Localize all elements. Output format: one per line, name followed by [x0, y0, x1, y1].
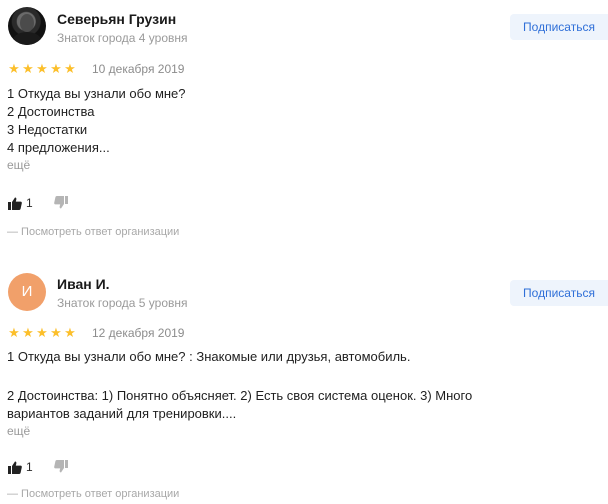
author-level: Знаток города 5 уровня — [57, 296, 188, 310]
like-count: 1 — [26, 196, 33, 210]
rating-stars: ★ ★ ★ ★ ★ — [7, 62, 77, 76]
star-icon: ★ — [50, 61, 62, 76]
avatar-shoulders — [12, 32, 42, 45]
review-text-line: 1 Откуда вы узнали обо мне? — [7, 86, 186, 101]
review-text-line: 3 Недостатки — [7, 122, 88, 137]
review-date: 12 декабря 2019 — [92, 326, 185, 340]
like-button[interactable]: 1 — [8, 196, 33, 210]
more-link[interactable]: ещё — [7, 424, 30, 438]
review-text-line: 2 Достоинства — [7, 104, 95, 119]
author-level: Знаток города 4 уровня — [57, 31, 188, 45]
subscribe-button[interactable]: Подписаться — [510, 14, 608, 40]
star-icon: ★ — [36, 61, 48, 76]
star-icon: ★ — [64, 325, 76, 340]
review-text-line: 1 Откуда вы узнали обо мне? : Знакомые и… — [7, 349, 411, 364]
org-reply-link[interactable]: — Посмотреть ответ организации — [7, 226, 179, 238]
author-name[interactable]: Северьян Грузин — [57, 11, 176, 27]
subscribe-button[interactable]: Подписаться — [510, 280, 608, 306]
review-text-line: 2 Достоинства: 1) Понятно объясняет. 2) … — [7, 388, 473, 403]
thumbs-down-icon — [54, 196, 68, 209]
org-reply-link[interactable]: — Посмотреть ответ организации — [7, 488, 179, 500]
star-icon: ★ — [22, 61, 34, 76]
avatar[interactable]: И — [8, 273, 46, 311]
avatar[interactable] — [8, 7, 46, 45]
thumbs-up-icon — [8, 197, 22, 210]
author-name[interactable]: Иван И. — [57, 276, 110, 292]
avatar-face — [20, 14, 34, 32]
review-text-line: 4 предложения... — [7, 140, 110, 155]
dislike-button[interactable] — [54, 460, 68, 473]
star-icon: ★ — [8, 325, 20, 340]
thumbs-up-icon — [8, 461, 22, 474]
thumbs-down-icon — [54, 460, 68, 473]
star-icon: ★ — [8, 61, 20, 76]
star-icon: ★ — [22, 325, 34, 340]
like-count: 1 — [26, 460, 33, 474]
star-icon: ★ — [50, 325, 62, 340]
rating-stars: ★ ★ ★ ★ ★ — [7, 326, 77, 340]
like-button[interactable]: 1 — [8, 460, 33, 474]
dislike-button[interactable] — [54, 196, 68, 209]
star-icon: ★ — [64, 61, 76, 76]
review-date: 10 декабря 2019 — [92, 62, 185, 76]
star-icon: ★ — [36, 325, 48, 340]
review-text-line: вариантов заданий для тренировки.... — [7, 406, 237, 421]
more-link[interactable]: ещё — [7, 158, 30, 172]
